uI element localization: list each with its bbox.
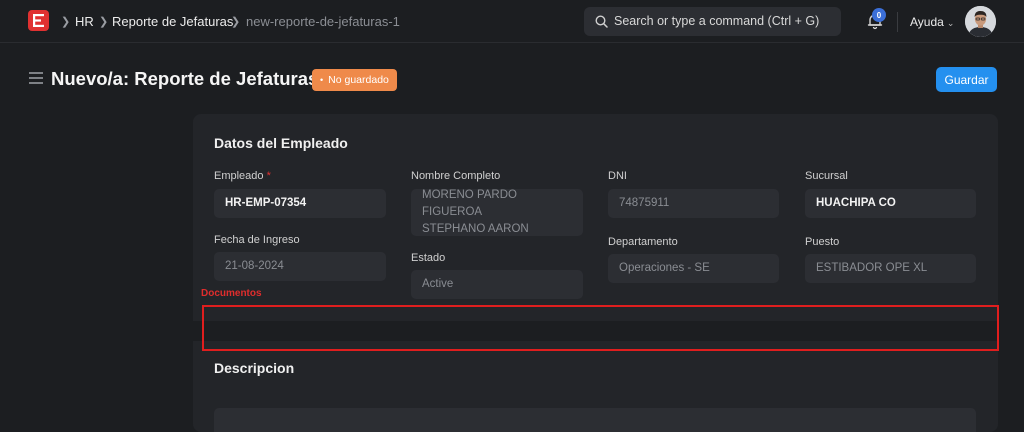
empleado-label-text: Empleado — [214, 170, 264, 182]
nombre-completo-label: Nombre Completo — [411, 170, 501, 182]
empleado-label: Empleado * — [214, 170, 271, 182]
sidebar-toggle-icon[interactable] — [29, 72, 43, 84]
status-badge: • No guardado — [312, 69, 397, 91]
search-bar[interactable]: Search or type a command (Ctrl + G) — [584, 7, 841, 36]
nombre-completo-field: MORENO PARDO FIGUEROA STEPHANO AARON — [411, 189, 583, 236]
fecha-ingreso-field: 21-08-2024 — [214, 252, 386, 281]
save-button[interactable]: Guardar — [936, 67, 997, 92]
navbar-divider — [897, 12, 898, 32]
required-marker: * — [266, 170, 271, 182]
search-icon — [595, 15, 608, 28]
sucursal-value: HUACHIPA CO — [816, 197, 896, 209]
dni-label: DNI — [608, 170, 627, 182]
puesto-label: Puesto — [805, 236, 840, 248]
puesto-value: ESTIBADOR OPE XL — [816, 262, 928, 274]
user-photo-icon — [965, 6, 996, 37]
empleado-value: HR-EMP-07354 — [225, 197, 307, 209]
nombre-completo-line2: STEPHANO AARON — [422, 223, 529, 235]
dot-icon: • — [320, 75, 324, 85]
dni-value: 74875911 — [619, 197, 670, 209]
fecha-ingreso-value: 21-08-2024 — [225, 260, 284, 272]
departamento-value: Operaciones - SE — [619, 262, 710, 274]
description-section-title: Descripcion — [214, 360, 295, 376]
nombre-completo-line1: MORENO PARDO FIGUEROA — [422, 189, 517, 218]
estado-value: Active — [422, 278, 454, 290]
help-dropdown[interactable]: Ayuda ⌄ — [910, 15, 954, 29]
dni-field: 74875911 — [608, 189, 779, 218]
breadcrumb-hr[interactable]: HR — [75, 14, 94, 29]
documents-label: Documentos — [201, 288, 262, 299]
chevron-right-icon: ❯ — [99, 16, 109, 28]
breadcrumb-reporte-de-jefaturas[interactable]: Reporte de Jefaturas — [112, 14, 233, 29]
page-title: Nuevo/a: Reporte de Jefaturas — [51, 68, 319, 89]
help-label: Ayuda — [910, 15, 944, 29]
fecha-ingreso-label: Fecha de Ingreso — [214, 234, 300, 246]
empleado-field[interactable]: HR-EMP-07354 — [214, 189, 386, 218]
puesto-field: ESTIBADOR OPE XL — [805, 254, 976, 283]
departamento-label: Departamento — [608, 236, 678, 248]
estado-label: Estado — [411, 252, 446, 264]
sucursal-label: Sucursal — [805, 170, 848, 182]
notification-count-badge: 0 — [872, 8, 886, 22]
erp-logo-icon — [33, 14, 44, 27]
chevron-right-icon: ❯ — [231, 16, 241, 28]
app-logo[interactable] — [28, 10, 49, 31]
chevron-down-icon: ⌄ — [946, 18, 955, 28]
top-navbar: ❯ HR ❯ Reporte de Jefaturas ❯ new-report… — [0, 0, 1024, 43]
status-badge-label: No guardado — [328, 74, 389, 86]
documents-section[interactable] — [202, 305, 999, 351]
sucursal-field[interactable]: HUACHIPA CO — [805, 189, 976, 218]
description-editor[interactable] — [214, 408, 976, 432]
estado-field: Active — [411, 270, 583, 299]
user-avatar[interactable] — [965, 6, 996, 37]
employee-section-title: Datos del Empleado — [214, 135, 348, 151]
chevron-right-icon: ❯ — [61, 16, 71, 28]
search-placeholder: Search or type a command (Ctrl + G) — [614, 14, 820, 28]
breadcrumb-current-doc: new-reporte-de-jefaturas-1 — [246, 14, 400, 29]
departamento-field: Operaciones - SE — [608, 254, 779, 283]
